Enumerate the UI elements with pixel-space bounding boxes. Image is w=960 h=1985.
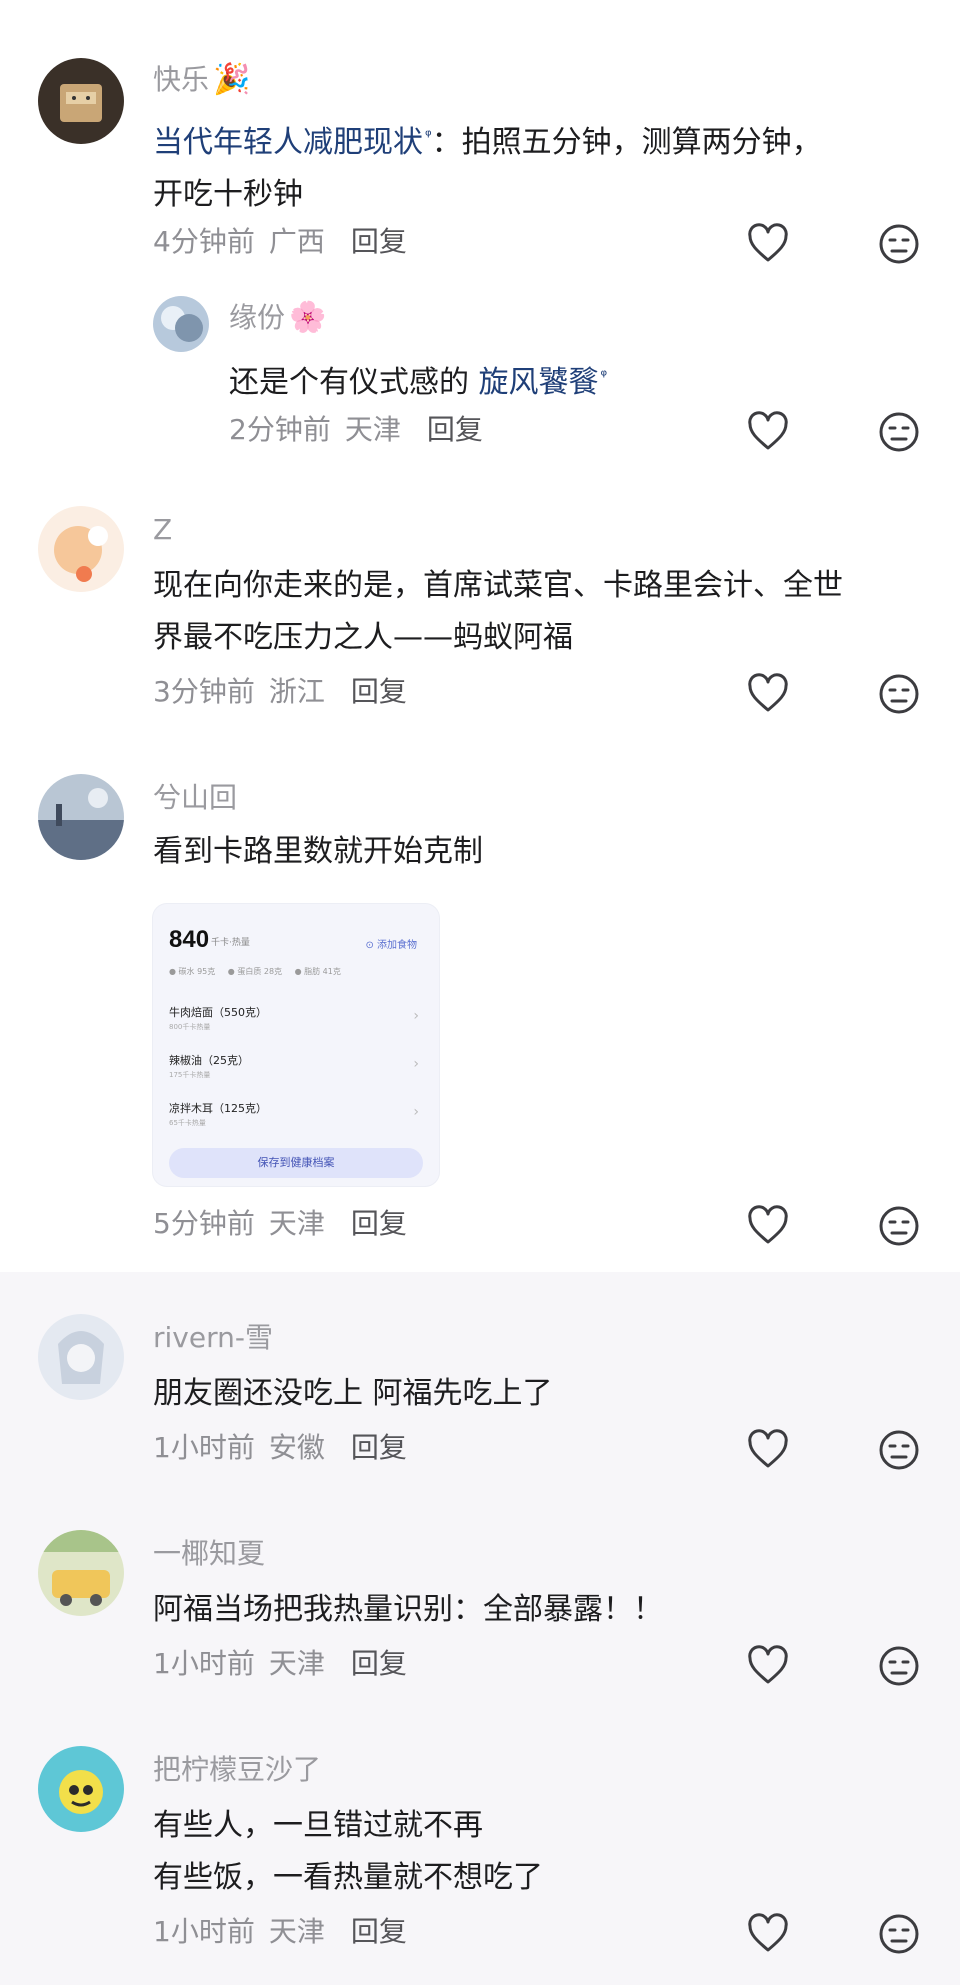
comment-time: 4分钟前 — [153, 225, 255, 258]
comment-meta: 4分钟前 广西 回复 — [153, 224, 407, 260]
commenter-name[interactable]: 缘份 🌸 — [229, 300, 326, 336]
commenter-name[interactable]: 快乐 🎉 — [153, 62, 250, 98]
reply-button[interactable]: 回复 — [351, 225, 407, 258]
add-food-button: ⊙ 添加食物 — [365, 940, 417, 951]
reply-button[interactable]: 回复 — [351, 1647, 407, 1680]
dislike-face-icon[interactable] — [877, 410, 921, 454]
commenter-name[interactable]: 兮山回 — [153, 780, 237, 816]
like-heart-icon[interactable] — [746, 222, 790, 266]
chevron-right-icon: › — [413, 1008, 419, 1024]
commenter-name-text[interactable]: 缘份 — [229, 301, 285, 334]
calories-value: 840 — [169, 926, 210, 953]
comment-time: 3分钟前 — [153, 675, 255, 708]
comment-text: 看到卡路里数就开始克制 — [153, 834, 483, 869]
commenter-name[interactable]: 把柠檬豆沙了 — [153, 1752, 321, 1788]
avatar[interactable] — [38, 1314, 124, 1400]
reply-button[interactable]: 回复 — [351, 1915, 407, 1948]
like-heart-icon[interactable] — [746, 672, 790, 716]
avatar[interactable] — [38, 1746, 124, 1832]
comment-meta: 2分钟前 天津 回复 — [229, 412, 483, 448]
food-row: 凉拌木耳（125克） 65千卡热量 › — [169, 1100, 419, 1144]
dislike-face-icon[interactable] — [877, 1912, 921, 1956]
avatar[interactable] — [38, 506, 124, 592]
comment-time: 5分钟前 — [153, 1207, 255, 1240]
comment-text: 阿福当场把我热量识别：全部暴露！！ — [153, 1592, 663, 1627]
commenter-name[interactable]: rivern-雪 — [153, 1320, 273, 1356]
comment-location: 天津 — [268, 1207, 325, 1240]
comment-time: 2分钟前 — [229, 413, 331, 446]
search-icon: ᵠ — [425, 126, 432, 145]
calories-unit: 千卡·热量 — [211, 938, 250, 948]
search-icon: ᵠ — [600, 366, 608, 385]
food-kcal: 65千卡热量 — [169, 1119, 206, 1127]
comment-meta: 5分钟前 天津 回复 — [153, 1206, 407, 1242]
commenter-name[interactable]: 一椰知夏 — [153, 1536, 265, 1572]
food-row: 牛肉焙面（550克） 800千卡热量 › — [169, 1004, 419, 1048]
comment-body: 还是个有仪式感的 — [229, 365, 479, 400]
comment-meta: 1小时前 安徽 回复 — [153, 1430, 407, 1466]
avatar[interactable] — [153, 296, 209, 352]
dislike-face-icon[interactable] — [877, 1428, 921, 1472]
commenter-name[interactable]: Z — [153, 512, 172, 548]
commenter-name-text[interactable]: 一椰知夏 — [153, 1537, 265, 1570]
reply-button[interactable]: 回复 — [351, 1431, 407, 1464]
comment-text: 现在向你走来的是，首席试菜官、卡路里会计、全世 界最不吃压力之人——蚂蚁阿福 — [153, 568, 843, 655]
search-link[interactable]: 旋风饕餮 — [479, 365, 599, 400]
food-kcal: 800千卡热量 — [169, 1023, 211, 1031]
party-popper-emoji-icon: 🎉 — [213, 62, 251, 97]
commenter-name-text[interactable]: Z — [153, 513, 172, 546]
dislike-face-icon[interactable] — [877, 1204, 921, 1248]
comment-text: 有些人，一旦错过就不再 有些饭，一看热量就不想吃了 — [153, 1808, 543, 1895]
comment-location: 天津 — [268, 1915, 325, 1948]
macro-protein: ● 蛋白质 28克 — [227, 967, 283, 976]
commenter-name-text[interactable]: rivern-雪 — [153, 1321, 273, 1354]
like-heart-icon[interactable] — [746, 1428, 790, 1472]
chevron-right-icon: › — [413, 1104, 419, 1120]
comment-meta: 1小时前 天津 回复 — [153, 1914, 407, 1950]
like-heart-icon[interactable] — [746, 410, 790, 454]
like-heart-icon[interactable] — [746, 1912, 790, 1956]
macro-carbs: ● 碳水 95克 — [169, 967, 216, 976]
comment-meta: 1小时前 天津 回复 — [153, 1646, 407, 1682]
flower-emoji-icon: 🌸 — [289, 300, 327, 335]
reply-button[interactable]: 回复 — [351, 1207, 407, 1240]
search-link[interactable]: 当代年轻人减肥现状 — [153, 125, 423, 160]
comment-location: 天津 — [344, 413, 401, 446]
reply-button[interactable]: 回复 — [427, 413, 483, 446]
comment-location: 安徽 — [268, 1431, 325, 1464]
food-kcal: 175千卡热量 — [169, 1071, 211, 1079]
commenter-name-text[interactable]: 把柠檬豆沙了 — [153, 1753, 321, 1786]
comment-location: 广西 — [268, 225, 325, 258]
food-row: 辣椒油（25克） 175千卡热量 › — [169, 1052, 419, 1096]
food-name: 牛肉焙面（550克） — [169, 1006, 267, 1019]
dislike-face-icon[interactable] — [877, 1644, 921, 1688]
macros-line: ● 碳水 95克 ● 蛋白质 28克 ● 脂肪 41克 — [169, 966, 351, 977]
attached-screenshot-image[interactable]: 840 千卡·热量 ⊙ 添加食物 ● 碳水 95克 ● 蛋白质 28克 ● 脂肪… — [153, 904, 439, 1186]
comment-meta: 3分钟前 浙江 回复 — [153, 674, 407, 710]
avatar[interactable] — [38, 58, 124, 144]
dislike-face-icon[interactable] — [877, 222, 921, 266]
food-name: 凉拌木耳（125克） — [169, 1102, 267, 1115]
dislike-face-icon[interactable] — [877, 672, 921, 716]
commenter-name-text[interactable]: 快乐 — [153, 63, 209, 96]
save-health-record-button: 保存到健康档案 — [169, 1148, 423, 1178]
comment-location: 天津 — [268, 1647, 325, 1680]
like-heart-icon[interactable] — [746, 1644, 790, 1688]
reply-button[interactable]: 回复 — [351, 675, 407, 708]
comment-time: 1小时前 — [153, 1915, 255, 1948]
macro-fat: ● 脂肪 41克 — [294, 967, 341, 976]
comment-time: 1小时前 — [153, 1431, 255, 1464]
food-name: 辣椒油（25克） — [169, 1054, 249, 1067]
comment-text: 还是个有仪式感的 旋风饕餮 ᵠ — [229, 350, 960, 409]
avatar[interactable] — [38, 1530, 124, 1616]
comment-text: 朋友圈还没吃上 阿福先吃上了 — [153, 1376, 553, 1411]
comment-time: 1小时前 — [153, 1647, 255, 1680]
like-heart-icon[interactable] — [746, 1204, 790, 1248]
avatar[interactable] — [38, 774, 124, 860]
comment-text: 当代年轻人减肥现状 ᵠ：拍照五分钟，测算两分钟， 开吃十秒钟 — [153, 110, 913, 221]
comment-location: 浙江 — [268, 675, 325, 708]
chevron-right-icon: › — [413, 1056, 419, 1072]
commenter-name-text[interactable]: 兮山回 — [153, 781, 237, 814]
